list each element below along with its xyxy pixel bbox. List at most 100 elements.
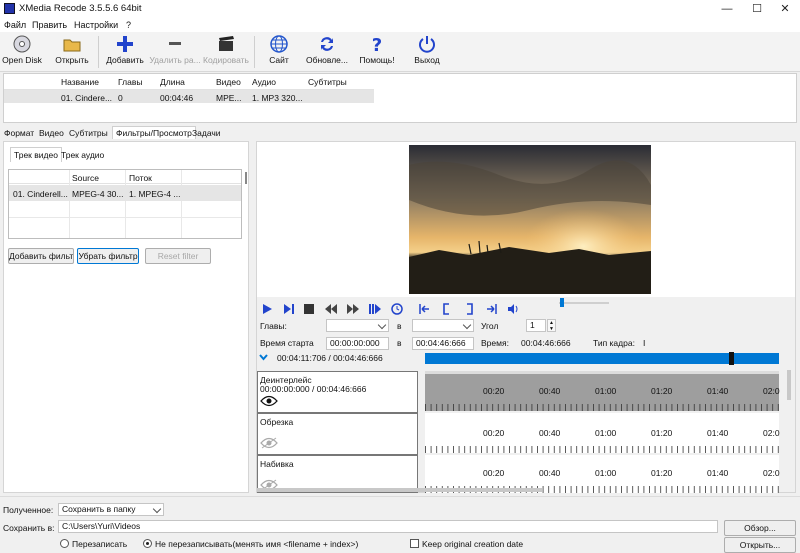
minus-icon [169, 42, 181, 45]
add-filter-button[interactable]: Добавить фильтр [8, 248, 74, 264]
file-list[interactable]: Название Главы Длина Видео Аудио Субтитр… [3, 73, 797, 123]
track-crop[interactable]: Обрезка [257, 413, 418, 455]
track-table[interactable]: Source Поток 01. Cinderell... MPEG-4 30.… [8, 169, 242, 239]
eye-hidden-icon[interactable] [260, 437, 278, 449]
tick-label: 00:40 [539, 386, 561, 396]
clock-icon[interactable] [391, 303, 403, 315]
mark-out-icon[interactable] [463, 303, 475, 315]
open-disk-button[interactable]: Open Disk [2, 34, 42, 70]
tab-subtitles[interactable]: Субтитры [69, 128, 108, 138]
stop-icon[interactable] [303, 303, 315, 315]
column-header-length[interactable]: Длина [160, 77, 185, 87]
minimize-button[interactable]: — [712, 0, 742, 18]
go-to-start-icon[interactable] [419, 303, 431, 315]
angle-stepper[interactable]: ▲ ▼ [547, 319, 556, 332]
row-divider [9, 217, 241, 218]
disc-icon [13, 35, 31, 53]
tick-label: 01:20 [651, 468, 673, 478]
play-icon[interactable] [261, 303, 273, 315]
menu-settings[interactable]: Настройки [74, 20, 118, 30]
cell-stream: 1. MPEG-4 ... [129, 189, 181, 199]
column-header-subtitles[interactable]: Субтитры [308, 77, 347, 87]
cell-name: 01. Cindere... [61, 93, 113, 103]
menu-file[interactable]: Файл [4, 20, 26, 30]
svg-text:?: ? [372, 35, 382, 54]
next-frame-icon[interactable] [283, 303, 295, 315]
toolbar-separator [254, 36, 255, 68]
chevron-down-icon [462, 320, 472, 330]
tab-filters-preview[interactable]: Фильтры/Просмотр [112, 126, 196, 139]
chapters-end-select[interactable] [412, 319, 474, 332]
toolbar-separator [98, 36, 99, 68]
start-time-input[interactable]: 00:00:00:000 [326, 337, 389, 350]
tab-video[interactable]: Видео [39, 128, 64, 138]
splitter-handle[interactable] [245, 172, 247, 184]
update-button[interactable]: Обновле... [304, 34, 350, 70]
volume-icon[interactable] [507, 303, 519, 315]
volume-slider[interactable] [560, 298, 564, 307]
maximize-button[interactable]: ☐ [742, 0, 772, 18]
reset-filter-button[interactable]: Reset filter [145, 248, 211, 264]
save-path-input[interactable]: C:\Users\Yuri\Videos [58, 520, 718, 533]
subtab-video-track[interactable]: Трек видео [10, 147, 62, 162]
tick-label: 01:40 [707, 428, 729, 438]
received-select[interactable]: Сохранить в папку [58, 503, 164, 516]
close-button[interactable]: ✕ [770, 0, 800, 18]
no-overwrite-radio[interactable] [143, 539, 152, 548]
column-header-source[interactable]: Source [72, 173, 99, 183]
go-to-end-icon[interactable] [485, 303, 497, 315]
add-button[interactable]: Добавить [104, 34, 146, 70]
open-folder-button[interactable]: Открыть... [724, 537, 796, 553]
exit-button[interactable]: Выход [408, 34, 446, 70]
menu-help[interactable]: ? [126, 20, 131, 30]
rewind-icon[interactable] [325, 303, 337, 315]
subtab-audio-track[interactable]: Трек аудио [61, 150, 104, 160]
cell-audio: 1. MP3 320... [252, 93, 303, 103]
encode-button[interactable]: Кодировать [202, 34, 250, 70]
seek-bar[interactable] [425, 353, 779, 364]
fast-forward-icon[interactable] [347, 303, 359, 315]
power-icon [419, 36, 435, 53]
end-time-input[interactable]: 00:04:46:666 [412, 337, 474, 350]
tab-format[interactable]: Формат [4, 128, 34, 138]
column-header-video[interactable]: Видео [216, 77, 241, 87]
chapters-start-select[interactable] [326, 319, 389, 332]
remove-button[interactable]: Удалить ра... [148, 34, 202, 70]
angle-input[interactable]: 1 [526, 319, 546, 332]
overwrite-radio[interactable] [60, 539, 69, 548]
remove-filter-button[interactable]: Убрать фильтр [77, 248, 139, 264]
browse-button[interactable]: Обзор... [724, 520, 796, 536]
tick-label: 00:20 [483, 428, 505, 438]
tick-label: 02:0 [763, 386, 780, 396]
folder-icon [63, 39, 81, 52]
clapperboard-icon [219, 36, 234, 51]
cell-track-name: 01. Cinderell... [13, 189, 68, 199]
help-button[interactable]: ? Помощь! [356, 34, 398, 70]
column-header-stream[interactable]: Поток [129, 173, 152, 183]
menu-edit[interactable]: Править [32, 20, 67, 30]
horizontal-scrollbar[interactable] [257, 488, 542, 492]
site-button[interactable]: Сайт [262, 34, 296, 70]
vertical-scrollbar[interactable] [787, 370, 791, 400]
column-header-chapters[interactable]: Главы [118, 77, 142, 87]
overwrite-label: Перезаписать [72, 539, 128, 549]
column-divider [69, 170, 70, 238]
position-readout: 00:04:11:706 / 00:04:46:666 [277, 353, 383, 363]
seek-handle[interactable] [729, 352, 734, 365]
track-deinterlace[interactable]: Деинтерлейс 00:00:00:000 / 00:04:46:666 [257, 371, 418, 413]
tick-label: 00:40 [539, 428, 561, 438]
column-header-audio[interactable]: Аудио [252, 77, 276, 87]
step-forward-icon[interactable] [369, 303, 381, 315]
chevron-down-icon[interactable] [259, 353, 268, 362]
tab-tasks[interactable]: Задачи [192, 128, 221, 138]
tick-label: 00:40 [539, 468, 561, 478]
ruler-ticks [425, 401, 779, 411]
chevron-down-icon [377, 320, 387, 330]
keep-date-checkbox[interactable] [410, 539, 419, 548]
in-label: в [397, 321, 402, 331]
open-button[interactable]: Открыть [52, 34, 92, 70]
time-label: Время: [481, 338, 509, 348]
column-header-name[interactable]: Название [61, 77, 99, 87]
eye-icon[interactable] [260, 395, 278, 407]
mark-in-icon[interactable] [441, 303, 453, 315]
